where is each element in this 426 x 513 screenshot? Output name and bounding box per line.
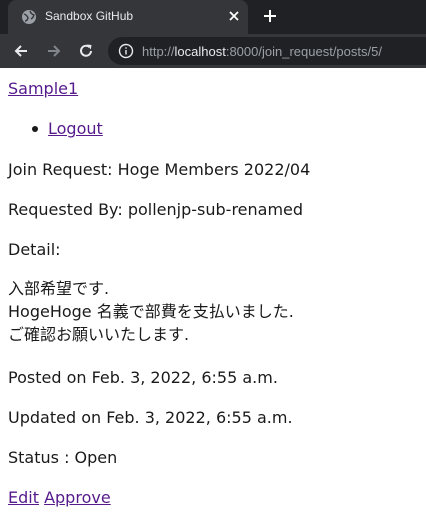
bullet-icon: [32, 126, 38, 132]
logout-link[interactable]: Logout: [48, 119, 103, 138]
page-content: Sample1 Logout Join Request: Hoge Member…: [0, 68, 426, 513]
browser-tab[interactable]: Sandbox GitHub: [8, 0, 248, 34]
detail-line: HogeHoge 名義で部費を支払いました.: [8, 302, 294, 321]
close-icon[interactable]: [227, 9, 241, 23]
requested-by: Requested By: pollenjp-sub-renamed: [8, 200, 304, 219]
info-icon[interactable]: [118, 43, 134, 59]
url-text: http://localhost:8000/join_request/posts…: [142, 44, 382, 59]
detail-line: ご確認お願いいたします.: [8, 325, 190, 344]
browser-toolbar: http://localhost:8000/join_request/posts…: [0, 34, 426, 68]
action-links: Edit Approve: [8, 488, 111, 507]
posted-on: Posted on Feb. 3, 2022, 6:55 a.m.: [8, 368, 278, 387]
detail-label: Detail:: [8, 240, 61, 259]
join-request-title: Join Request: Hoge Members 2022/04: [8, 160, 311, 179]
new-tab-plus-icon[interactable]: [262, 8, 278, 24]
forward-arrow-icon[interactable]: [45, 42, 63, 60]
globe-icon: [22, 10, 36, 24]
back-arrow-icon[interactable]: [12, 42, 30, 60]
detail-body: 入部希望です. HogeHoge 名義で部費を支払いました. ご確認お願いいたし…: [8, 277, 294, 346]
address-bar[interactable]: http://localhost:8000/join_request/posts…: [108, 37, 426, 65]
reload-icon[interactable]: [77, 42, 95, 60]
detail-line: 入部希望です.: [8, 279, 110, 298]
status-text: Status : Open: [8, 448, 118, 467]
tab-strip: Sandbox GitHub: [0, 0, 426, 34]
updated-on: Updated on Feb. 3, 2022, 6:55 a.m.: [8, 408, 293, 427]
site-home-link[interactable]: Sample1: [8, 79, 78, 98]
approve-link[interactable]: Approve: [44, 488, 111, 507]
edit-link[interactable]: Edit: [8, 488, 39, 507]
tab-title: Sandbox GitHub: [45, 9, 134, 23]
